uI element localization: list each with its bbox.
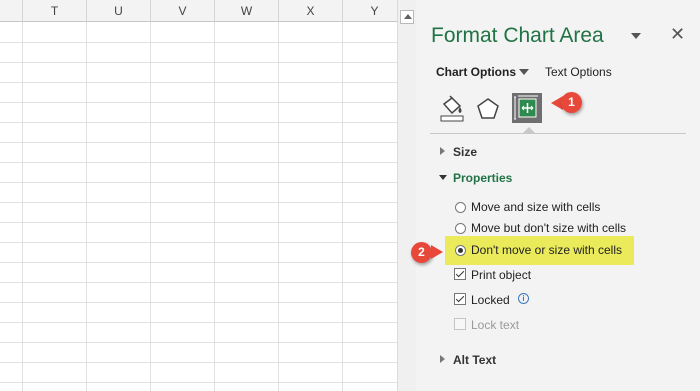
column-header-t[interactable]: T: [23, 0, 87, 22]
grid-line: [150, 22, 151, 391]
radio-dont-move-or-size[interactable]: [455, 245, 466, 256]
size-section-header[interactable]: Size: [453, 145, 477, 159]
tab-divider: [430, 133, 686, 134]
grid-line: [0, 42, 397, 43]
grid-line: [0, 382, 397, 383]
checkbox-label[interactable]: Print object: [471, 268, 531, 282]
grid-line: [0, 362, 397, 363]
callout-2-badge: 2: [411, 242, 432, 263]
chevron-down-icon[interactable]: [519, 69, 529, 76]
vertical-scrollbar[interactable]: [397, 0, 416, 391]
pane-title: Format Chart Area: [431, 24, 604, 47]
grid-line: [0, 242, 397, 243]
info-icon[interactable]: i: [518, 293, 529, 304]
grid-line: [278, 22, 279, 391]
pentagon-icon[interactable]: [474, 95, 502, 123]
grid-line: [22, 22, 23, 391]
grid-line: [0, 182, 397, 183]
grid-line: [0, 62, 397, 63]
checkbox-label[interactable]: Locked: [471, 293, 510, 307]
grid-line: [0, 122, 397, 123]
lock-text-checkbox: [454, 318, 466, 330]
grid-line: [0, 262, 397, 263]
grid-line: [0, 282, 397, 283]
option-label[interactable]: Move and size with cells: [471, 200, 600, 214]
grid-line: [0, 82, 397, 83]
grid-line: [0, 202, 397, 203]
option-label[interactable]: Move but don't size with cells: [471, 221, 626, 235]
grid-line: [0, 342, 397, 343]
chart-options-tab[interactable]: Chart Options: [436, 65, 516, 79]
spreadsheet-grid[interactable]: T U V W X Y: [0, 0, 397, 391]
column-header-w[interactable]: W: [215, 0, 279, 22]
column-header-u[interactable]: U: [87, 0, 151, 22]
size-properties-icon[interactable]: [512, 93, 542, 123]
close-icon[interactable]: ✕: [670, 24, 685, 44]
radio-move-and-size[interactable]: [455, 202, 466, 213]
text-options-tab[interactable]: Text Options: [545, 65, 612, 79]
collapsed-arrow-icon[interactable]: [440, 147, 445, 155]
grid-line: [0, 162, 397, 163]
format-chart-area-pane: Format Chart Area ✕ Chart Options Text O…: [411, 0, 700, 391]
expanded-arrow-icon[interactable]: [439, 175, 447, 180]
grid-line: [342, 22, 343, 391]
callout-1-badge: 1: [561, 92, 582, 113]
grid-line: [0, 322, 397, 323]
column-header-partial[interactable]: [0, 0, 23, 22]
print-object-checkbox[interactable]: [454, 268, 466, 280]
radio-move-not-size[interactable]: [455, 223, 466, 234]
scroll-up-icon[interactable]: [400, 10, 414, 24]
alt-text-section-header[interactable]: Alt Text: [453, 353, 496, 367]
pane-options-dropdown-icon[interactable]: [631, 33, 641, 41]
collapsed-arrow-icon[interactable]: [440, 355, 445, 363]
checkbox-label: Lock text: [471, 318, 520, 332]
grid-line: [0, 302, 397, 303]
grid-line: [0, 102, 397, 103]
grid-line: [0, 222, 397, 223]
column-header-v[interactable]: V: [151, 0, 215, 22]
callout-pointer: [431, 245, 443, 259]
column-header-x[interactable]: X: [279, 0, 343, 22]
paint-bucket-icon[interactable]: [438, 95, 466, 123]
grid-line: [86, 22, 87, 391]
properties-section-header[interactable]: Properties: [453, 171, 512, 185]
locked-checkbox[interactable]: [454, 293, 466, 305]
column-header-y[interactable]: Y: [343, 0, 397, 22]
grid-line: [214, 22, 215, 391]
grid-line: [0, 142, 397, 143]
option-label[interactable]: Don't move or size with cells: [471, 243, 622, 257]
